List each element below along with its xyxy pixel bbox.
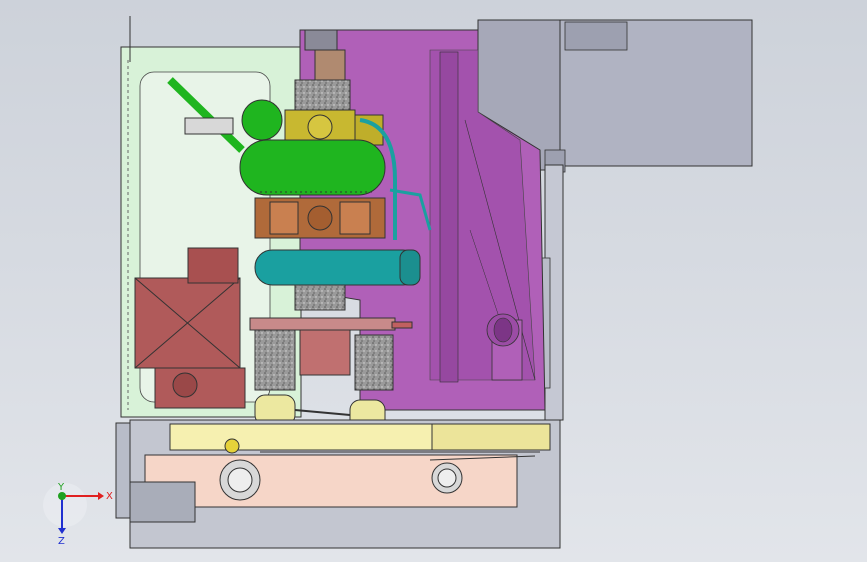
z-axis-label: Z <box>58 536 65 547</box>
lower-base <box>115 419 561 549</box>
y-axis-dot <box>58 492 66 500</box>
coordinate-triad: X Y Z <box>43 482 113 547</box>
copper-block <box>254 197 386 239</box>
x-axis-label: X <box>106 491 113 502</box>
y-axis-label: Y <box>57 482 65 493</box>
cad-viewport[interactable]: X Y Z <box>0 0 867 562</box>
